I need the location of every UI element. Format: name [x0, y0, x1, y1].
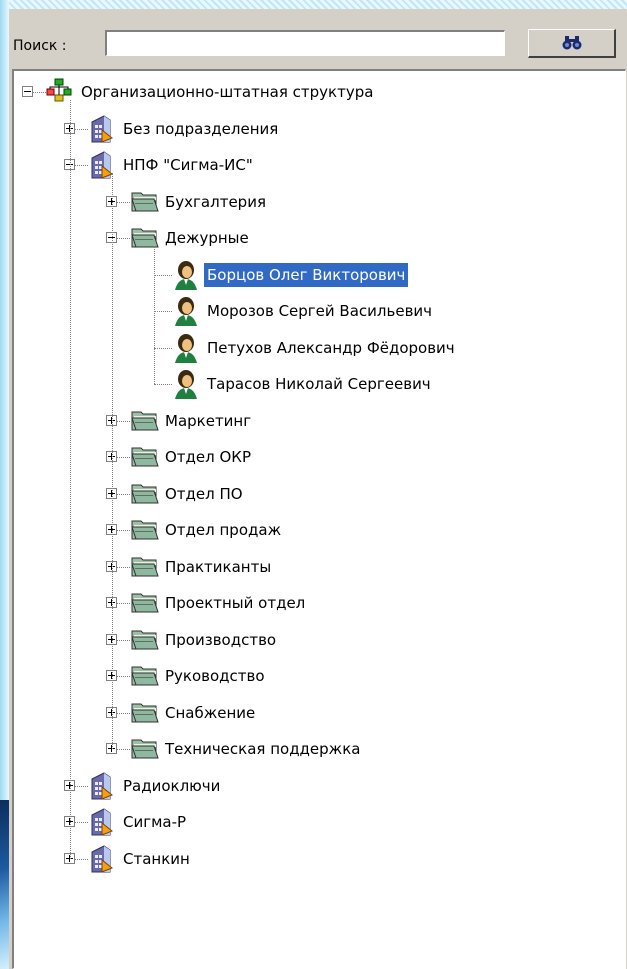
search-input[interactable]: [105, 30, 505, 56]
tree-node-label[interactable]: Бухгалтерия: [162, 190, 269, 214]
person-icon: [172, 333, 202, 363]
person-icon: [172, 260, 202, 290]
tree-connector: [154, 246, 155, 385]
tree-root-label[interactable]: Организационно-штатная структура: [78, 80, 376, 104]
building-icon: [88, 150, 118, 180]
tree-node-label[interactable]: Сигма-Р: [120, 810, 189, 834]
building-icon: [88, 771, 118, 801]
org-structure-panel: Поиск : Организационно-штатная структура…: [9, 9, 627, 969]
folder-icon: [130, 187, 160, 217]
tree-node-label[interactable]: Проектный отдел: [162, 591, 308, 615]
tree-node-label[interactable]: Производство: [162, 628, 279, 652]
person-icon: [172, 296, 202, 327]
tree-node-label[interactable]: Отдел продаж: [162, 518, 284, 542]
folder-icon: [130, 515, 160, 545]
tree-node-label[interactable]: Без подразделения: [120, 117, 281, 141]
person-icon: [172, 369, 202, 400]
tree-node-label[interactable]: Снабжение: [162, 701, 258, 725]
search-label: Поиск :: [13, 38, 67, 54]
tree-node-label[interactable]: Отдел ОКР: [162, 445, 254, 469]
tree-node-label[interactable]: Руководство: [162, 664, 268, 688]
folder-icon: [130, 552, 160, 582]
binoculars-icon: [562, 36, 581, 50]
tree-node-label[interactable]: Станкин: [120, 847, 193, 871]
org-tree[interactable]: Организационно-штатная структура Без подр…: [12, 69, 626, 969]
root-icon: [46, 77, 76, 107]
tree-node-label[interactable]: Морозов Сергей Васильевич: [204, 299, 435, 323]
tree-node-label[interactable]: Техническая поддержка: [162, 737, 363, 761]
tree-node-label[interactable]: Дежурные: [162, 226, 252, 250]
tree-connector: [154, 311, 172, 313]
building-icon: [88, 844, 118, 874]
tree-connector: [154, 347, 172, 349]
left-decoration: [0, 0, 12, 969]
tree-node-label[interactable]: Маркетинг: [162, 409, 254, 433]
folder-icon: [130, 406, 160, 436]
tree-node-label[interactable]: Петухов Александр Фёдорович: [204, 336, 458, 360]
tree-connector: [154, 274, 172, 276]
folder-icon: [130, 479, 160, 509]
folder-icon: [130, 442, 160, 472]
building-icon: [88, 114, 118, 144]
tree-node-label[interactable]: Тарасов Николай Сергеевич: [204, 372, 434, 396]
tree-node-label[interactable]: Радиоключи: [120, 774, 223, 798]
folder-icon: [130, 625, 160, 655]
tree-node-label[interactable]: Практиканты: [162, 555, 274, 579]
folder-icon: [130, 734, 160, 764]
building-icon: [88, 807, 118, 837]
tree-connector: [70, 100, 71, 859]
folder-icon: [130, 698, 160, 728]
collapse-toggle[interactable]: [22, 86, 33, 98]
tree-connector: [112, 173, 113, 750]
folder-icon: [130, 661, 160, 691]
top-decoration: [0, 0, 627, 9]
search-button[interactable]: [528, 29, 616, 58]
folder-icon: [130, 588, 160, 618]
tree-node-label[interactable]: Борцов Олег Викторович: [204, 262, 409, 287]
tree-node-label[interactable]: НПФ "Сигма-ИС": [120, 153, 256, 177]
folder-icon: [130, 223, 160, 253]
tree-connector: [154, 384, 172, 386]
tree-node-label[interactable]: Отдел ПО: [162, 482, 246, 506]
